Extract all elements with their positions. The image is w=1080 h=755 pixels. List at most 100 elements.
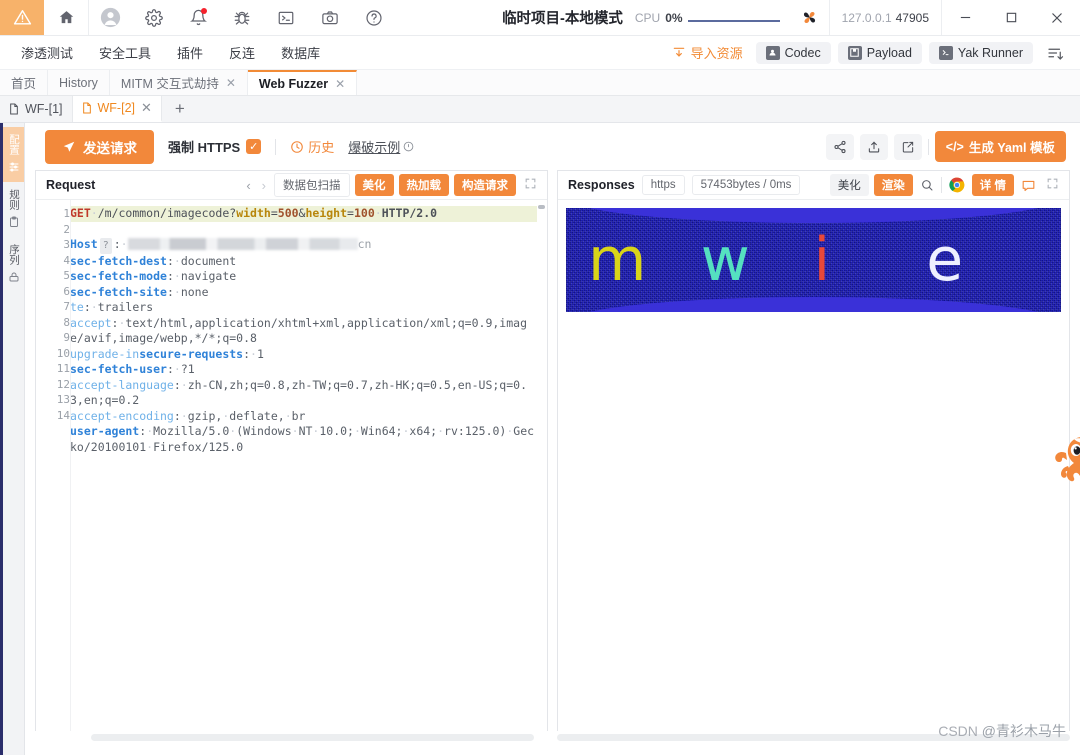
- rail-item-config[interactable]: 配置: [3, 127, 24, 182]
- request-pane: Request ‹ › 数据包扫描 美化 热加载 构造请求 1 2 3 4 5 …: [35, 170, 548, 731]
- response-header-actions: 美化 渲染 详 情: [829, 174, 1062, 196]
- fuzzer-toolbar: 发送请求 强制 HTTPS ✓ 历史 爆破示例 </> 生成 Yaml 模板: [25, 123, 1080, 170]
- send-request-button[interactable]: 发送请求: [45, 129, 154, 164]
- redacted-host-value: [127, 238, 358, 250]
- fuzzer-tab-wf2[interactable]: WF-[2] ✕: [72, 96, 162, 122]
- window-maximize-button[interactable]: [988, 0, 1034, 35]
- codec-icon: [765, 45, 780, 60]
- yak-runner-label: Yak Runner: [957, 45, 1023, 60]
- yakit-mascot[interactable]: [1052, 433, 1080, 485]
- import-resource-button[interactable]: 导入资源: [666, 40, 749, 65]
- upload-icon[interactable]: [859, 133, 888, 160]
- request-line-numbers: 1 2 3 4 5 6 7 8 9 10 11 12 13 14: [36, 200, 70, 731]
- construct-request-button[interactable]: 构造请求: [454, 174, 516, 196]
- request-header-line: accept-language:·zh-CN,zh;q=0.8,zh-TW;q=…: [70, 377, 527, 408]
- user-avatar-icon[interactable]: [88, 0, 132, 35]
- terminal-icon[interactable]: [264, 0, 308, 35]
- rail-item-sequence[interactable]: 序列: [3, 237, 24, 292]
- request-pane-header: Request ‹ › 数据包扫描 美化 热加载 构造请求: [36, 171, 547, 200]
- window-close-button[interactable]: [1034, 0, 1080, 35]
- gear-icon[interactable]: [132, 0, 176, 35]
- comment-icon[interactable]: [1019, 178, 1038, 193]
- request-line-host: Host?:· cn: [70, 237, 371, 254]
- list-order-icon[interactable]: [1040, 44, 1070, 62]
- generate-yaml-template-button[interactable]: </> 生成 Yaml 模板: [934, 131, 1066, 162]
- expand-icon[interactable]: [521, 177, 540, 193]
- menu-item-security-tools[interactable]: 安全工具: [86, 36, 164, 69]
- captcha-character: w: [700, 225, 750, 295]
- toolbar-divider: [927, 138, 929, 155]
- add-fuzzer-tab-button[interactable]: +: [162, 96, 198, 122]
- expand-icon[interactable]: [1043, 177, 1062, 193]
- page-tab-home[interactable]: 首页: [0, 70, 49, 95]
- size-time-chip: 57453bytes / 0ms: [691, 175, 801, 195]
- edit-square-icon[interactable]: [893, 133, 922, 160]
- codec-button[interactable]: Codec: [755, 41, 831, 64]
- burst-example-label: 爆破示例: [348, 140, 401, 155]
- response-beautify-button[interactable]: 美化: [829, 174, 869, 196]
- history-button[interactable]: 历史: [290, 137, 334, 156]
- request-vertical-scrollbar[interactable]: [538, 205, 545, 209]
- page-tab-mitm[interactable]: MITM 交互式劫持 ✕: [110, 70, 248, 95]
- bell-icon[interactable]: [176, 0, 220, 35]
- window-minimize-button[interactable]: [942, 0, 988, 35]
- force-https-label: 强制 HTTPS: [168, 140, 241, 155]
- camera-icon[interactable]: [308, 0, 352, 35]
- yak-runner-icon: [938, 45, 953, 60]
- close-icon[interactable]: ✕: [141, 100, 152, 116]
- menu-item-database[interactable]: 数据库: [268, 36, 333, 69]
- hot-reload-button[interactable]: 热加载: [398, 174, 449, 196]
- help-icon[interactable]: [352, 0, 396, 35]
- payload-icon: [847, 45, 862, 60]
- menu-item-plugins[interactable]: 插件: [164, 36, 216, 69]
- line-number: 9: [63, 331, 70, 344]
- line-number: 3: [63, 238, 70, 251]
- menu-item-reverse[interactable]: 反连: [216, 36, 268, 69]
- fuzzer-tab-wf1[interactable]: WF-[1]: [0, 96, 73, 122]
- close-icon[interactable]: ✕: [335, 77, 345, 91]
- request-editor[interactable]: 1 2 3 4 5 6 7 8 9 10 11 12 13 14 GET·/m/common/imagec…: [36, 200, 547, 731]
- codec-label: Codec: [784, 45, 821, 60]
- chrome-icon[interactable]: [947, 177, 967, 193]
- request-header-line: user-agent:·Mozilla/5.0·(Windows·NT·10.0…: [70, 424, 535, 454]
- left-rail: 配置 规则 序列: [0, 123, 25, 755]
- beautify-button[interactable]: 美化: [354, 174, 394, 196]
- warning-triangle-icon[interactable]: [0, 0, 44, 35]
- packet-scan-button[interactable]: 数据包扫描: [274, 173, 350, 197]
- burst-example-link[interactable]: 爆破示例: [348, 137, 414, 156]
- prev-request-button[interactable]: ‹: [243, 178, 253, 193]
- bug-icon[interactable]: [220, 0, 264, 35]
- request-code[interactable]: GET·/m/common/imagecode?width=500&height…: [70, 200, 547, 731]
- cpu-sparkline: [687, 10, 780, 26]
- file-icon: [9, 103, 19, 115]
- page-tab-history[interactable]: History: [48, 70, 110, 95]
- fuzzer-main: 发送请求 强制 HTTPS ✓ 历史 爆破示例 </> 生成 Yaml 模板 R…: [25, 123, 1080, 755]
- yakit-fan-icon[interactable]: [790, 0, 829, 35]
- page-tab-label: Web Fuzzer: [258, 76, 329, 91]
- import-resource-label: 导入资源: [690, 46, 743, 61]
- send-request-label: 发送请求: [83, 140, 137, 156]
- response-render-button[interactable]: 渲染: [873, 174, 913, 196]
- menu-item-pentest[interactable]: 渗透测试: [8, 36, 86, 69]
- close-icon[interactable]: ✕: [226, 76, 236, 90]
- history-label: 历史: [308, 140, 335, 155]
- rail-item-rules[interactable]: 规则: [3, 182, 24, 237]
- config-icon: [8, 161, 20, 173]
- next-request-button[interactable]: ›: [259, 178, 269, 193]
- sequence-icon: [8, 271, 20, 283]
- body-row: 配置 规则 序列 发送请求 强制 HTTPS ✓ 历史 爆破示例 </> 生成 …: [0, 123, 1080, 755]
- search-icon[interactable]: [918, 178, 936, 192]
- home-icon[interactable]: [44, 0, 88, 35]
- share-icon[interactable]: [825, 133, 854, 160]
- page-tab-web-fuzzer[interactable]: Web Fuzzer ✕: [247, 70, 358, 95]
- payload-button[interactable]: Payload: [837, 41, 922, 64]
- titlebar-spacer: [396, 0, 490, 35]
- force-https-toggle[interactable]: 强制 HTTPS ✓: [168, 137, 262, 156]
- detail-button[interactable]: 详 情: [971, 174, 1014, 196]
- yak-runner-button[interactable]: Yak Runner: [928, 41, 1033, 64]
- title-bar: 临时项目-本地模式 CPU 0% 127.0.0.1 47905: [0, 0, 1080, 36]
- scheme-chip: https: [641, 175, 685, 195]
- checkbox-checked-icon[interactable]: ✓: [246, 139, 262, 154]
- line-number: 11: [56, 362, 70, 375]
- request-horizontal-scrollbar[interactable]: [35, 731, 548, 745]
